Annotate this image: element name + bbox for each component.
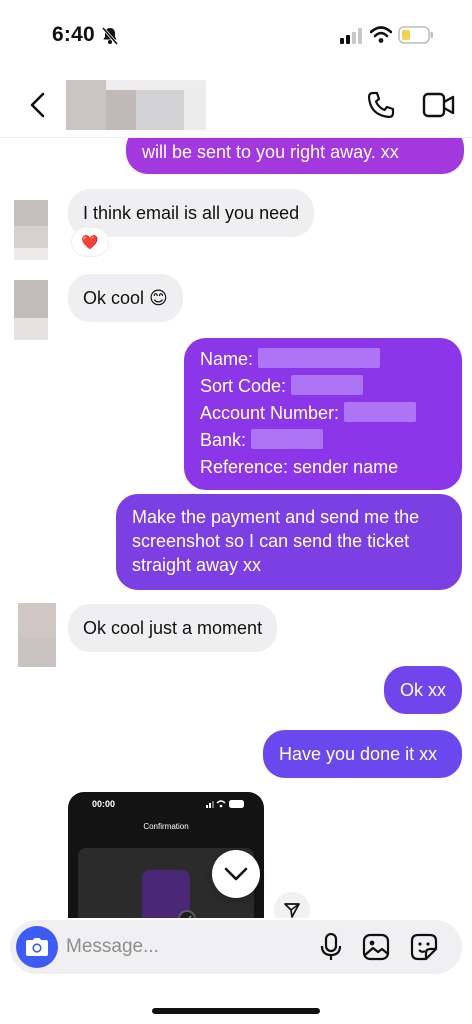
send-icon [284, 903, 300, 918]
message-outgoing[interactable]: Ok xx [384, 666, 462, 714]
gallery-icon[interactable] [362, 933, 390, 961]
detail-line-name: Name: [200, 346, 446, 373]
detail-line-account: Account Number: [200, 400, 446, 427]
avatar[interactable] [14, 200, 48, 260]
message-text: Ok xx [400, 680, 447, 700]
message-text: I think email is all you need [83, 203, 300, 223]
scroll-to-bottom-button[interactable] [212, 850, 260, 898]
screenshot-time: 00:00 [92, 799, 116, 809]
redaction [251, 429, 324, 449]
redaction [291, 375, 364, 395]
contact-name-redacted[interactable] [66, 80, 206, 130]
wifi-icon [370, 26, 392, 43]
sticker-icon[interactable] [410, 933, 438, 961]
reaction-badge[interactable]: ❤️ [72, 228, 108, 256]
detail-line-bank: Bank: [200, 427, 446, 454]
message-text: Have you done it xx [279, 744, 438, 764]
message-outgoing-details[interactable]: Name: Sort Code: Account Number: Bank: R… [184, 338, 462, 490]
message-outgoing[interactable]: will be sent to you right away. xx [126, 138, 464, 174]
avatar[interactable] [14, 280, 48, 340]
chat-header [0, 72, 472, 138]
heart-reaction: ❤️ [81, 233, 99, 250]
bell-slash-icon [101, 27, 119, 45]
message-input[interactable] [66, 932, 306, 962]
message-text: Ok cool just a moment [83, 618, 263, 638]
video-camera-icon[interactable] [422, 92, 456, 118]
status-bar: 6:40 [0, 0, 472, 70]
microphone-icon[interactable] [320, 933, 342, 961]
message-text: will be sent to you right away. xx [142, 142, 399, 162]
battery-low-icon [398, 26, 433, 44]
message-incoming[interactable]: Ok cool just a moment [68, 604, 278, 652]
signal-icon [340, 28, 362, 44]
status-time: 6:40 [52, 23, 95, 46]
message-composer [10, 920, 462, 974]
camera-icon [26, 938, 48, 956]
share-button[interactable] [274, 892, 310, 918]
message-incoming[interactable]: Ok cool 😊 [68, 274, 183, 322]
screenshot-status-icons [206, 800, 244, 808]
home-indicator[interactable] [152, 1008, 320, 1014]
chevron-down-icon [224, 867, 248, 881]
message-outgoing[interactable]: Have you done it xx [263, 730, 462, 778]
camera-button[interactable] [16, 926, 58, 968]
phone-icon[interactable] [366, 90, 396, 120]
message-incoming[interactable]: I think email is all you need [68, 189, 315, 237]
message-text: Ok cool 😊 [83, 288, 168, 308]
redaction [258, 348, 381, 368]
chevron-left-icon[interactable] [26, 90, 50, 120]
detail-line-sort-code: Sort Code: [200, 373, 446, 400]
message-thread[interactable]: will be sent to you right away. xx I thi… [0, 138, 472, 918]
check-icon [178, 910, 196, 918]
detail-line-reference: Reference: sender name [200, 457, 399, 477]
redaction [344, 402, 417, 422]
screenshot-title: Confirmation [143, 822, 189, 831]
message-outgoing[interactable]: Make the payment and send me the screens… [116, 494, 462, 590]
avatar[interactable] [18, 603, 56, 667]
